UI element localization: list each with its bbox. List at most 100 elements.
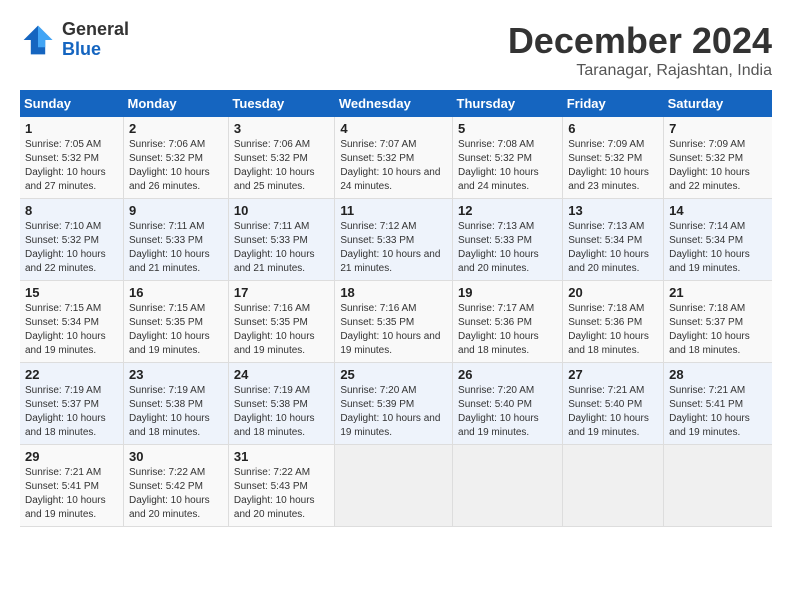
- day-info: Sunrise: 7:05 AM Sunset: 5:32 PM Dayligh…: [25, 138, 118, 194]
- calendar-cell: [563, 445, 664, 527]
- day-info: Sunrise: 7:20 AM Sunset: 5:39 PM Dayligh…: [340, 384, 447, 440]
- day-number: 27: [568, 367, 658, 382]
- day-number: 13: [568, 203, 658, 218]
- day-number: 3: [234, 121, 329, 136]
- day-info: Sunrise: 7:11 AM Sunset: 5:33 PM Dayligh…: [234, 220, 329, 276]
- calendar-cell: 8 Sunrise: 7:10 AM Sunset: 5:32 PM Daylig…: [20, 199, 124, 281]
- day-info: Sunrise: 7:08 AM Sunset: 5:32 PM Dayligh…: [458, 138, 557, 194]
- day-number: 30: [129, 449, 223, 464]
- calendar-cell: 26 Sunrise: 7:20 AM Sunset: 5:40 PM Dayli…: [453, 363, 563, 445]
- calendar-cell: [453, 445, 563, 527]
- day-number: 20: [568, 285, 658, 300]
- title-area: December 2024 Taranagar, Rajashtan, Indi…: [508, 20, 772, 80]
- day-number: 23: [129, 367, 223, 382]
- calendar-table: Sunday Monday Tuesday Wednesday Thursday…: [20, 90, 772, 527]
- day-info: Sunrise: 7:06 AM Sunset: 5:32 PM Dayligh…: [129, 138, 223, 194]
- day-number: 2: [129, 121, 223, 136]
- day-number: 14: [669, 203, 767, 218]
- day-number: 26: [458, 367, 557, 382]
- calendar-cell: 11Sunrise: 7:12 AM Sunset: 5:33 PM Dayli…: [335, 199, 453, 281]
- page-header: General Blue December 2024 Taranagar, Ra…: [20, 20, 772, 80]
- day-number: 12: [458, 203, 557, 218]
- calendar-week-row: 22 Sunrise: 7:19 AM Sunset: 5:37 PM Dayli…: [20, 363, 772, 445]
- day-number: 6: [568, 121, 658, 136]
- day-info: Sunrise: 7:13 AM Sunset: 5:33 PM Dayligh…: [458, 220, 557, 276]
- day-info: Sunrise: 7:20 AM Sunset: 5:40 PM Dayligh…: [458, 384, 557, 440]
- header-wednesday: Wednesday: [335, 90, 453, 117]
- day-info: Sunrise: 7:17 AM Sunset: 5:36 PM Dayligh…: [458, 302, 557, 358]
- day-info: Sunrise: 7:13 AM Sunset: 5:34 PM Dayligh…: [568, 220, 658, 276]
- calendar-cell: 21Sunrise: 7:18 AM Sunset: 5:37 PM Dayli…: [664, 281, 772, 363]
- calendar-week-row: 1Sunrise: 7:05 AM Sunset: 5:32 PM Daylig…: [20, 117, 772, 199]
- logo-blue-text: Blue: [62, 40, 129, 60]
- calendar-cell: 6 Sunrise: 7:09 AM Sunset: 5:32 PM Daylig…: [563, 117, 664, 199]
- day-info: Sunrise: 7:07 AM Sunset: 5:32 PM Dayligh…: [340, 138, 447, 194]
- day-info: Sunrise: 7:10 AM Sunset: 5:32 PM Dayligh…: [25, 220, 118, 276]
- calendar-week-row: 15Sunrise: 7:15 AM Sunset: 5:34 PM Dayli…: [20, 281, 772, 363]
- calendar-cell: 9Sunrise: 7:11 AM Sunset: 5:33 PM Daylig…: [124, 199, 229, 281]
- day-info: Sunrise: 7:21 AM Sunset: 5:40 PM Dayligh…: [568, 384, 658, 440]
- calendar-cell: 3 Sunrise: 7:06 AM Sunset: 5:32 PM Daylig…: [228, 117, 334, 199]
- logo-general-text: General: [62, 20, 129, 40]
- day-number: 5: [458, 121, 557, 136]
- calendar-cell: 13 Sunrise: 7:13 AM Sunset: 5:34 PM Dayli…: [563, 199, 664, 281]
- calendar-cell: 10 Sunrise: 7:11 AM Sunset: 5:33 PM Dayli…: [228, 199, 334, 281]
- day-info: Sunrise: 7:22 AM Sunset: 5:43 PM Dayligh…: [234, 466, 329, 522]
- day-number: 9: [129, 203, 223, 218]
- calendar-cell: 7Sunrise: 7:09 AM Sunset: 5:32 PM Daylig…: [664, 117, 772, 199]
- header-thursday: Thursday: [453, 90, 563, 117]
- header-sunday: Sunday: [20, 90, 124, 117]
- calendar-cell: 15Sunrise: 7:15 AM Sunset: 5:34 PM Dayli…: [20, 281, 124, 363]
- day-info: Sunrise: 7:14 AM Sunset: 5:34 PM Dayligh…: [669, 220, 767, 276]
- day-info: Sunrise: 7:22 AM Sunset: 5:42 PM Dayligh…: [129, 466, 223, 522]
- calendar-cell: 27 Sunrise: 7:21 AM Sunset: 5:40 PM Dayli…: [563, 363, 664, 445]
- day-number: 19: [458, 285, 557, 300]
- day-info: Sunrise: 7:12 AM Sunset: 5:33 PM Dayligh…: [340, 220, 447, 276]
- day-info: Sunrise: 7:18 AM Sunset: 5:36 PM Dayligh…: [568, 302, 658, 358]
- calendar-cell: 12 Sunrise: 7:13 AM Sunset: 5:33 PM Dayli…: [453, 199, 563, 281]
- calendar-cell: 2 Sunrise: 7:06 AM Sunset: 5:32 PM Daylig…: [124, 117, 229, 199]
- calendar-cell: 31Sunrise: 7:22 AM Sunset: 5:43 PM Dayli…: [228, 445, 334, 527]
- day-number: 22: [25, 367, 118, 382]
- calendar-cell: [335, 445, 453, 527]
- day-number: 4: [340, 121, 447, 136]
- day-number: 29: [25, 449, 118, 464]
- day-number: 28: [669, 367, 767, 382]
- calendar-cell: 16 Sunrise: 7:15 AM Sunset: 5:35 PM Dayli…: [124, 281, 229, 363]
- day-number: 10: [234, 203, 329, 218]
- calendar-cell: 18Sunrise: 7:16 AM Sunset: 5:35 PM Dayli…: [335, 281, 453, 363]
- calendar-cell: 4 Sunrise: 7:07 AM Sunset: 5:32 PM Daylig…: [335, 117, 453, 199]
- day-number: 7: [669, 121, 767, 136]
- day-info: Sunrise: 7:06 AM Sunset: 5:32 PM Dayligh…: [234, 138, 329, 194]
- calendar-header-row: Sunday Monday Tuesday Wednesday Thursday…: [20, 90, 772, 117]
- day-number: 18: [340, 285, 447, 300]
- day-info: Sunrise: 7:19 AM Sunset: 5:38 PM Dayligh…: [234, 384, 329, 440]
- day-number: 8: [25, 203, 118, 218]
- calendar-cell: 30 Sunrise: 7:22 AM Sunset: 5:42 PM Dayli…: [124, 445, 229, 527]
- day-number: 17: [234, 285, 329, 300]
- calendar-cell: 28 Sunrise: 7:21 AM Sunset: 5:41 PM Dayli…: [664, 363, 772, 445]
- month-year-title: December 2024: [508, 20, 772, 62]
- day-info: Sunrise: 7:21 AM Sunset: 5:41 PM Dayligh…: [669, 384, 767, 440]
- calendar-cell: 1Sunrise: 7:05 AM Sunset: 5:32 PM Daylig…: [20, 117, 124, 199]
- calendar-week-row: 8 Sunrise: 7:10 AM Sunset: 5:32 PM Daylig…: [20, 199, 772, 281]
- calendar-cell: 22 Sunrise: 7:19 AM Sunset: 5:37 PM Dayli…: [20, 363, 124, 445]
- calendar-cell: 5 Sunrise: 7:08 AM Sunset: 5:32 PM Daylig…: [453, 117, 563, 199]
- day-number: 24: [234, 367, 329, 382]
- calendar-cell: 24 Sunrise: 7:19 AM Sunset: 5:38 PM Dayli…: [228, 363, 334, 445]
- header-tuesday: Tuesday: [228, 90, 334, 117]
- day-number: 21: [669, 285, 767, 300]
- day-info: Sunrise: 7:19 AM Sunset: 5:38 PM Dayligh…: [129, 384, 223, 440]
- calendar-cell: 23 Sunrise: 7:19 AM Sunset: 5:38 PM Dayli…: [124, 363, 229, 445]
- calendar-cell: 20 Sunrise: 7:18 AM Sunset: 5:36 PM Dayli…: [563, 281, 664, 363]
- day-info: Sunrise: 7:09 AM Sunset: 5:32 PM Dayligh…: [568, 138, 658, 194]
- location-subtitle: Taranagar, Rajashtan, India: [508, 62, 772, 80]
- day-number: 15: [25, 285, 118, 300]
- calendar-cell: 29Sunrise: 7:21 AM Sunset: 5:41 PM Dayli…: [20, 445, 124, 527]
- header-saturday: Saturday: [664, 90, 772, 117]
- calendar-cell: 25Sunrise: 7:20 AM Sunset: 5:39 PM Dayli…: [335, 363, 453, 445]
- day-number: 16: [129, 285, 223, 300]
- day-info: Sunrise: 7:15 AM Sunset: 5:35 PM Dayligh…: [129, 302, 223, 358]
- header-monday: Monday: [124, 90, 229, 117]
- day-info: Sunrise: 7:19 AM Sunset: 5:37 PM Dayligh…: [25, 384, 118, 440]
